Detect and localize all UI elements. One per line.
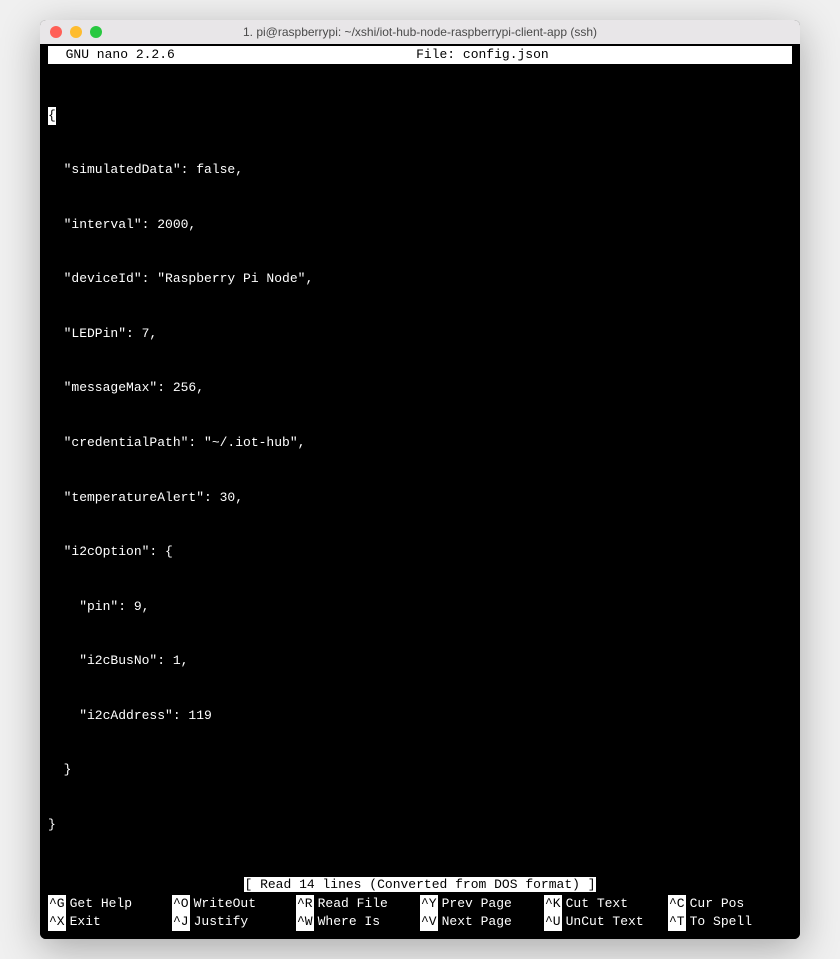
- editor-line: "pin": 9,: [48, 598, 792, 616]
- shortcut-key: ^C: [668, 895, 686, 913]
- shortcut-label: Get Help: [66, 895, 132, 913]
- shortcut-writeout: ^OWriteOut: [172, 895, 296, 913]
- editor-content[interactable]: { "simulatedData": false, "interval": 20…: [48, 64, 792, 876]
- editor-line: "simulatedData": false,: [48, 161, 792, 179]
- shortcut-to-spell: ^TTo Spell: [668, 913, 792, 931]
- shortcut-key: ^K: [544, 895, 562, 913]
- minimize-icon[interactable]: [70, 26, 82, 38]
- editor-line: "i2cBusNo": 1,: [48, 652, 792, 670]
- editor-line: "LEDPin": 7,: [48, 325, 792, 343]
- shortcut-label: Cur Pos: [686, 895, 745, 913]
- shortcut-where-is: ^WWhere Is: [296, 913, 420, 931]
- editor-line: {: [48, 107, 792, 125]
- nano-version: GNU nano 2.2.6: [50, 46, 175, 64]
- shortcut-label: Exit: [66, 913, 101, 931]
- close-icon[interactable]: [50, 26, 62, 38]
- shortcut-label: Justify: [190, 913, 249, 931]
- shortcut-cur-pos: ^CCur Pos: [668, 895, 792, 913]
- editor-line: "messageMax": 256,: [48, 379, 792, 397]
- cursor-icon: {: [48, 107, 56, 125]
- shortcut-get-help: ^GGet Help: [48, 895, 172, 913]
- shortcut-next-page: ^VNext Page: [420, 913, 544, 931]
- shortcut-key: ^G: [48, 895, 66, 913]
- shortcut-uncut-text: ^UUnCut Text: [544, 913, 668, 931]
- editor-line: "credentialPath": "~/.iot-hub",: [48, 434, 792, 452]
- maximize-icon[interactable]: [90, 26, 102, 38]
- shortcut-label: Where Is: [314, 913, 380, 931]
- editor-line: "i2cOption": {: [48, 543, 792, 561]
- shortcut-label: UnCut Text: [562, 913, 644, 931]
- shortcut-bar: ^GGet Help ^OWriteOut ^RRead File ^YPrev…: [48, 895, 792, 931]
- shortcut-key: ^V: [420, 913, 438, 931]
- shortcut-label: Prev Page: [438, 895, 512, 913]
- shortcut-key: ^R: [296, 895, 314, 913]
- shortcut-key: ^W: [296, 913, 314, 931]
- nano-header: GNU nano 2.2.6 File: config.json: [48, 46, 792, 64]
- shortcut-key: ^U: [544, 913, 562, 931]
- shortcut-key: ^O: [172, 895, 190, 913]
- editor-line: "interval": 2000,: [48, 216, 792, 234]
- shortcut-cut-text: ^KCut Text: [544, 895, 668, 913]
- editor-line: "deviceId": "Raspberry Pi Node",: [48, 270, 792, 288]
- shortcut-key: ^Y: [420, 895, 438, 913]
- shortcut-label: To Spell: [686, 913, 752, 931]
- nano-file-label: File: config.json: [175, 46, 790, 64]
- status-line: [ Read 14 lines (Converted from DOS form…: [48, 876, 792, 894]
- traffic-lights: [50, 26, 102, 38]
- status-badge: [ Read 14 lines (Converted from DOS form…: [244, 877, 595, 892]
- shortcut-label: Read File: [314, 895, 388, 913]
- shortcut-label: WriteOut: [190, 895, 256, 913]
- editor-line: }: [48, 816, 792, 834]
- shortcut-justify: ^JJustify: [172, 913, 296, 931]
- shortcut-label: Next Page: [438, 913, 512, 931]
- shortcut-key: ^T: [668, 913, 686, 931]
- editor-line: "i2cAddress": 119: [48, 707, 792, 725]
- terminal-window: 1. pi@raspberrypi: ~/xshi/iot-hub-node-r…: [40, 20, 800, 939]
- shortcut-prev-page: ^YPrev Page: [420, 895, 544, 913]
- shortcut-key: ^J: [172, 913, 190, 931]
- terminal-body[interactable]: GNU nano 2.2.6 File: config.json { "simu…: [40, 44, 800, 939]
- shortcut-read-file: ^RRead File: [296, 895, 420, 913]
- titlebar[interactable]: 1. pi@raspberrypi: ~/xshi/iot-hub-node-r…: [40, 20, 800, 44]
- shortcut-label: Cut Text: [562, 895, 628, 913]
- shortcut-key: ^X: [48, 913, 66, 931]
- window-title: 1. pi@raspberrypi: ~/xshi/iot-hub-node-r…: [40, 25, 800, 39]
- editor-line: }: [48, 761, 792, 779]
- shortcut-exit: ^XExit: [48, 913, 172, 931]
- editor-line: "temperatureAlert": 30,: [48, 489, 792, 507]
